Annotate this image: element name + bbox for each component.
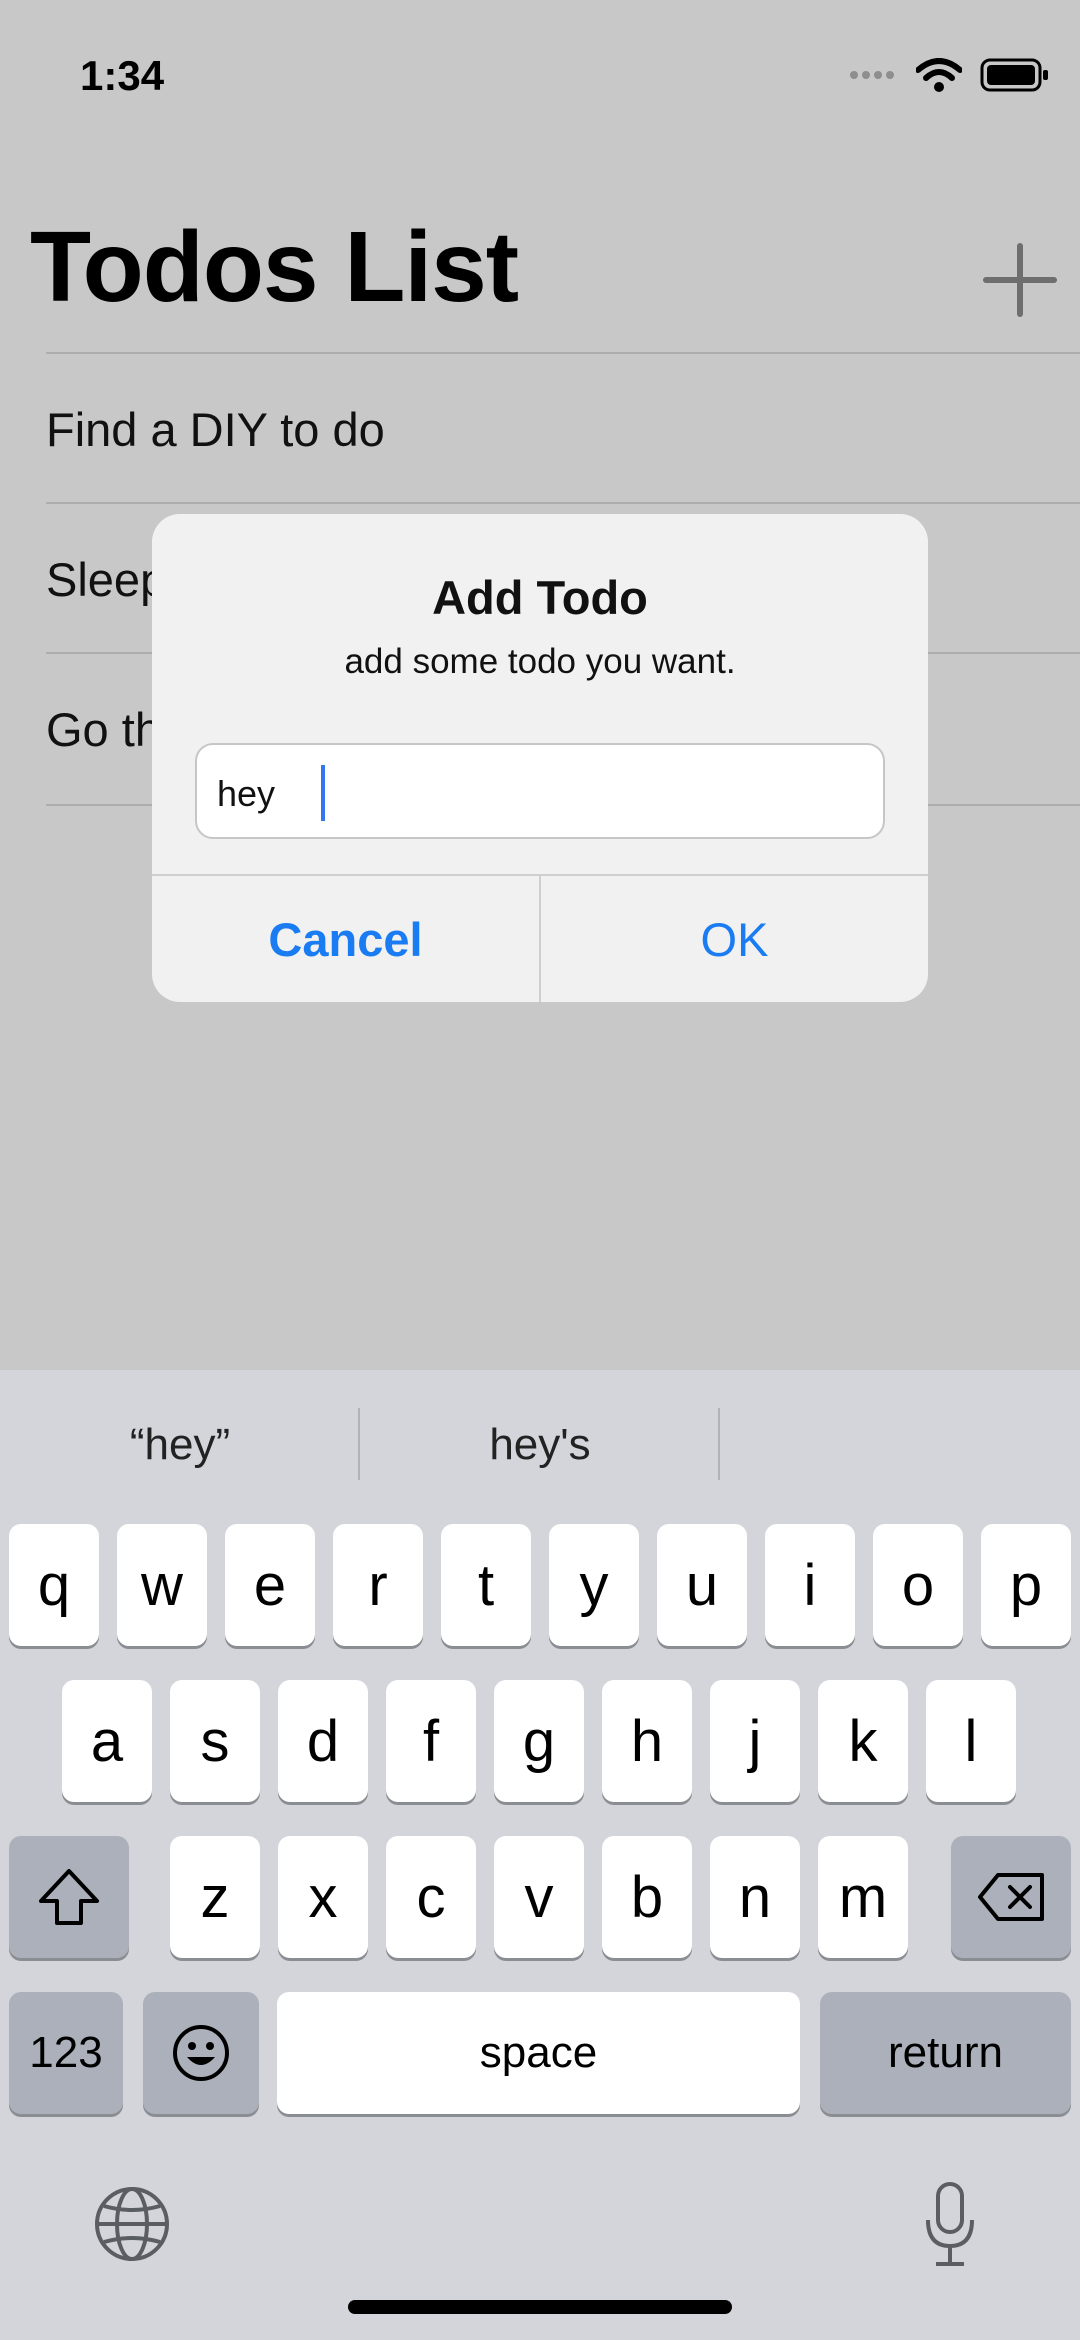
key-q[interactable]: q [9, 1524, 99, 1646]
status-time: 1:34 [80, 52, 165, 99]
cancel-button[interactable]: Cancel [152, 876, 539, 1002]
delete-key[interactable] [951, 1836, 1071, 1958]
microphone-icon[interactable] [920, 2180, 980, 2270]
suggestion-divider [718, 1408, 720, 1480]
status-icons [848, 58, 1050, 92]
key-s[interactable]: s [170, 1680, 260, 1802]
cellular-signal-icon [850, 71, 894, 79]
space-key[interactable]: space [277, 1992, 800, 2114]
key-l[interactable]: l [926, 1680, 1016, 1802]
key-y[interactable]: y [549, 1524, 639, 1646]
todo-input[interactable]: hey [195, 743, 885, 839]
add-todo-dialog: Add Todo add some todo you want. hey Can… [152, 514, 928, 1002]
home-indicator [348, 2300, 732, 2314]
globe-icon[interactable] [92, 2184, 172, 2264]
emoji-icon [173, 2025, 229, 2081]
key-x[interactable]: x [278, 1836, 368, 1958]
key-v[interactable]: v [494, 1836, 584, 1958]
key-p[interactable]: p [981, 1524, 1071, 1646]
key-d[interactable]: d [278, 1680, 368, 1802]
key-b[interactable]: b [602, 1836, 692, 1958]
emoji-key[interactable] [143, 1992, 259, 2114]
key-f[interactable]: f [386, 1680, 476, 1802]
key-z[interactable]: z [170, 1836, 260, 1958]
key-g[interactable]: g [494, 1680, 584, 1802]
key-o[interactable]: o [873, 1524, 963, 1646]
numbers-key[interactable]: 123 [9, 1992, 123, 2114]
wifi-icon [916, 58, 962, 92]
key-r[interactable]: r [333, 1524, 423, 1646]
key-h[interactable]: h [602, 1680, 692, 1802]
key-t[interactable]: t [441, 1524, 531, 1646]
dialog-message: add some todo you want. [344, 642, 736, 681]
return-key[interactable]: return [820, 1992, 1071, 2114]
dialog-title: Add Todo [432, 571, 648, 624]
key-i[interactable]: i [765, 1524, 855, 1646]
shift-arrow-icon [39, 1869, 99, 1925]
plus-icon[interactable] [980, 240, 1060, 320]
key-n[interactable]: n [710, 1836, 800, 1958]
key-m[interactable]: m [818, 1836, 908, 1958]
ok-button[interactable]: OK [541, 876, 928, 1002]
todo-app: 1:34 Todos List Find a DIY to do Sleep G… [0, 0, 1080, 1370]
key-c[interactable]: c [386, 1836, 476, 1958]
todo-label: Go th [46, 703, 161, 756]
suggestion-1[interactable]: “hey” [0, 1420, 360, 1470]
key-j[interactable]: j [710, 1680, 800, 1802]
keyboard: “hey” hey's q w e r t y u i o p a s d f … [0, 1370, 1080, 2340]
todo-label: Sleep [46, 553, 167, 606]
battery-icon [980, 58, 1048, 92]
key-a[interactable]: a [62, 1680, 152, 1802]
page-title: Todos List [30, 211, 519, 323]
key-w[interactable]: w [117, 1524, 207, 1646]
todo-input-value: hey [217, 773, 276, 814]
key-k[interactable]: k [818, 1680, 908, 1802]
backspace-icon [978, 1873, 1044, 1921]
todo-label: Find a DIY to do [46, 403, 385, 456]
suggestion-bar: “hey” hey's [0, 1370, 1080, 1520]
todo-row[interactable]: Find a DIY to do [46, 352, 1080, 504]
key-e[interactable]: e [225, 1524, 315, 1646]
shift-key[interactable] [9, 1836, 129, 1958]
suggestion-2[interactable]: hey's [360, 1420, 720, 1470]
text-caret [321, 765, 325, 821]
key-u[interactable]: u [657, 1524, 747, 1646]
